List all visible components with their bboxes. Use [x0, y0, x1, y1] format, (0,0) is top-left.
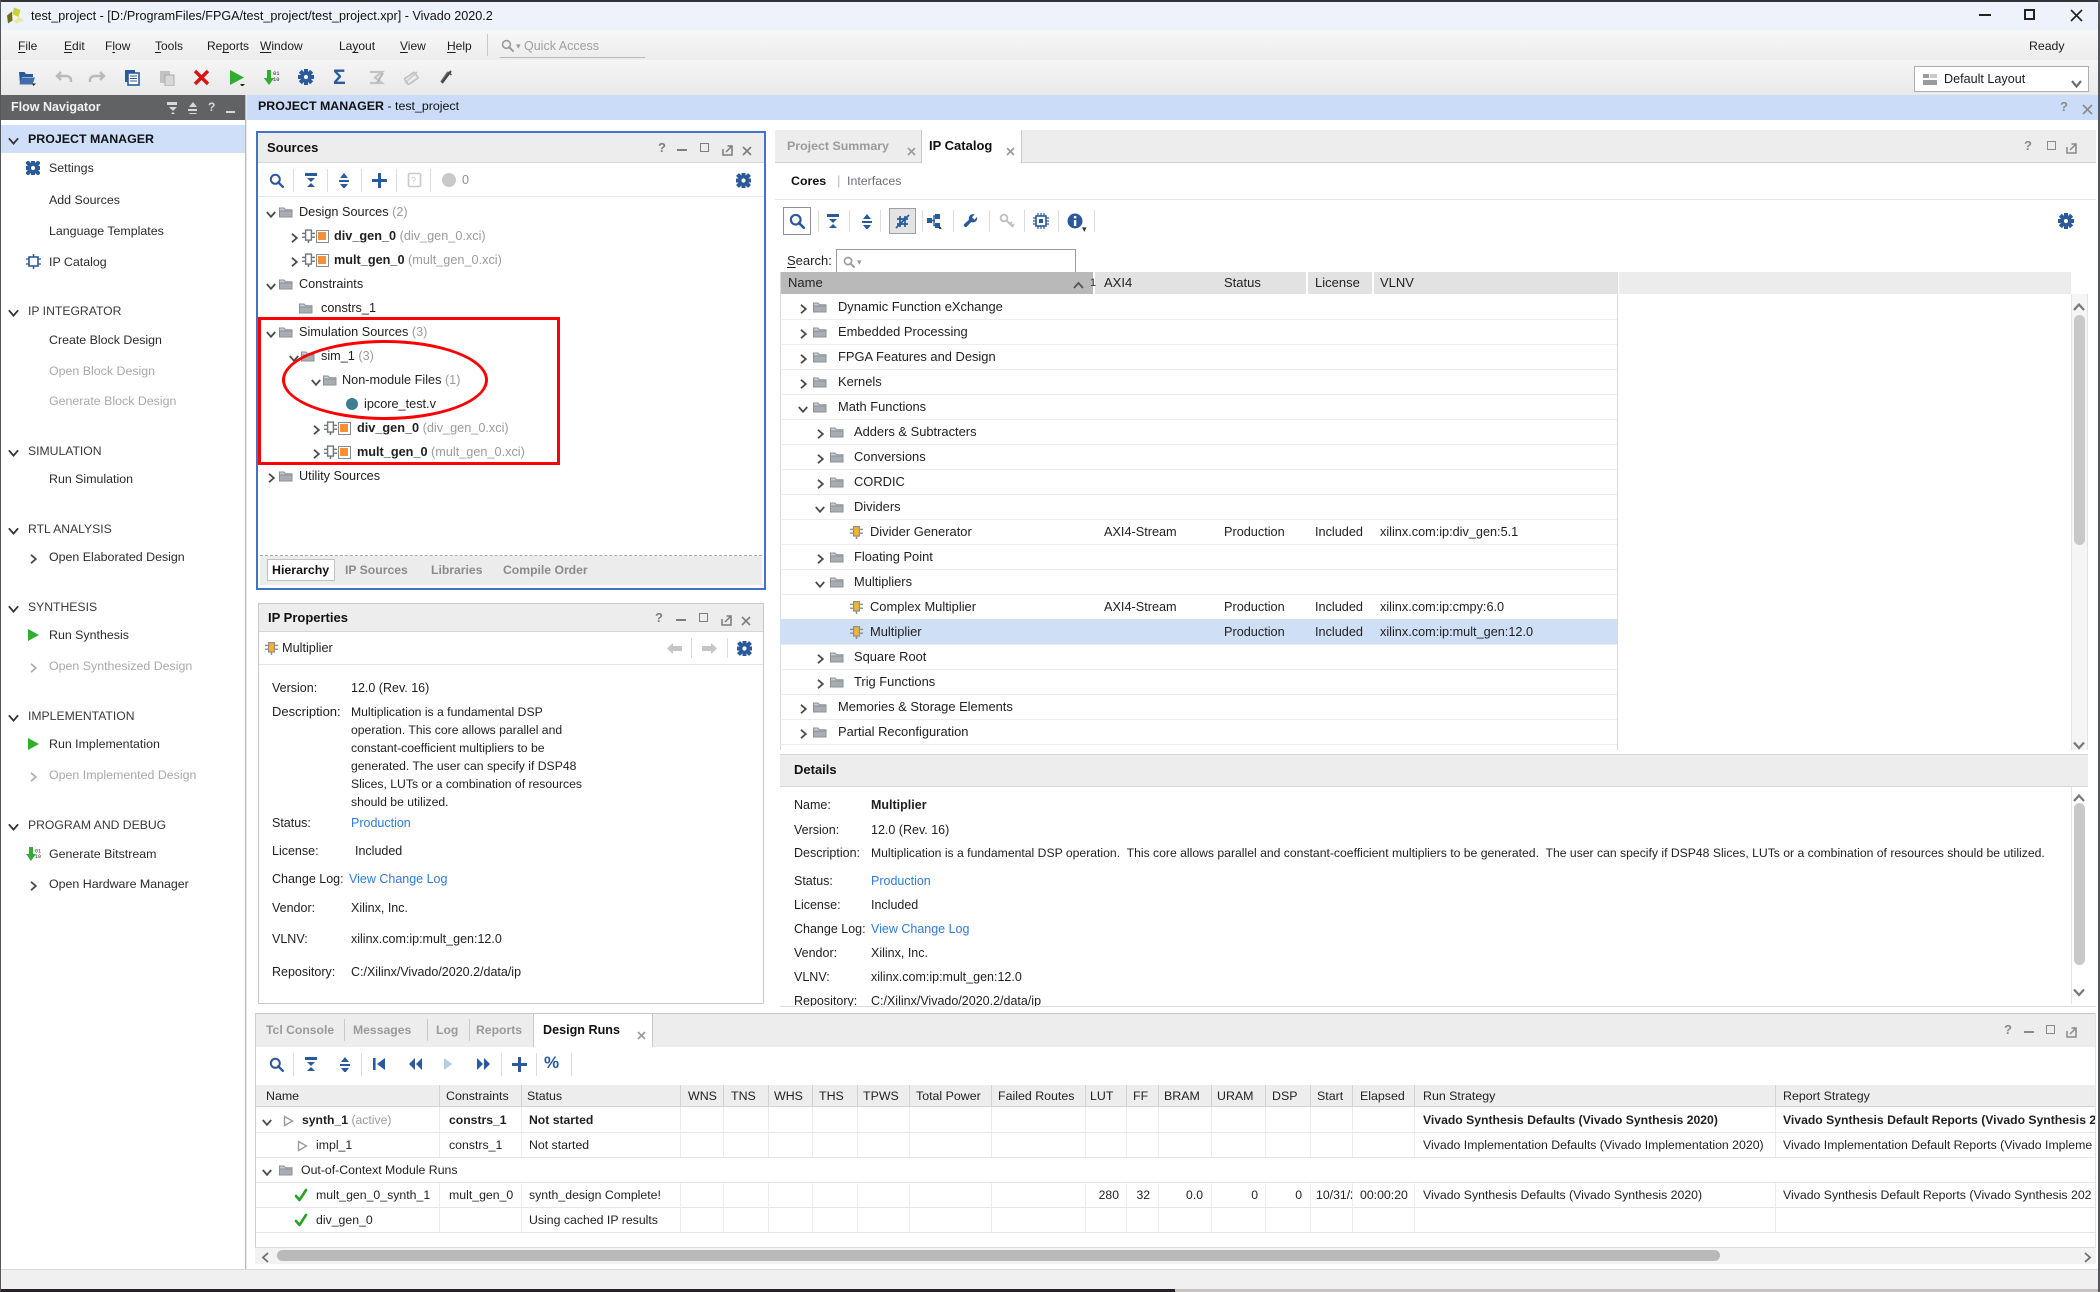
svg-text:?: ?: [411, 176, 416, 186]
svg-text:10: 10: [35, 854, 41, 860]
svg-text:10: 10: [273, 76, 280, 83]
